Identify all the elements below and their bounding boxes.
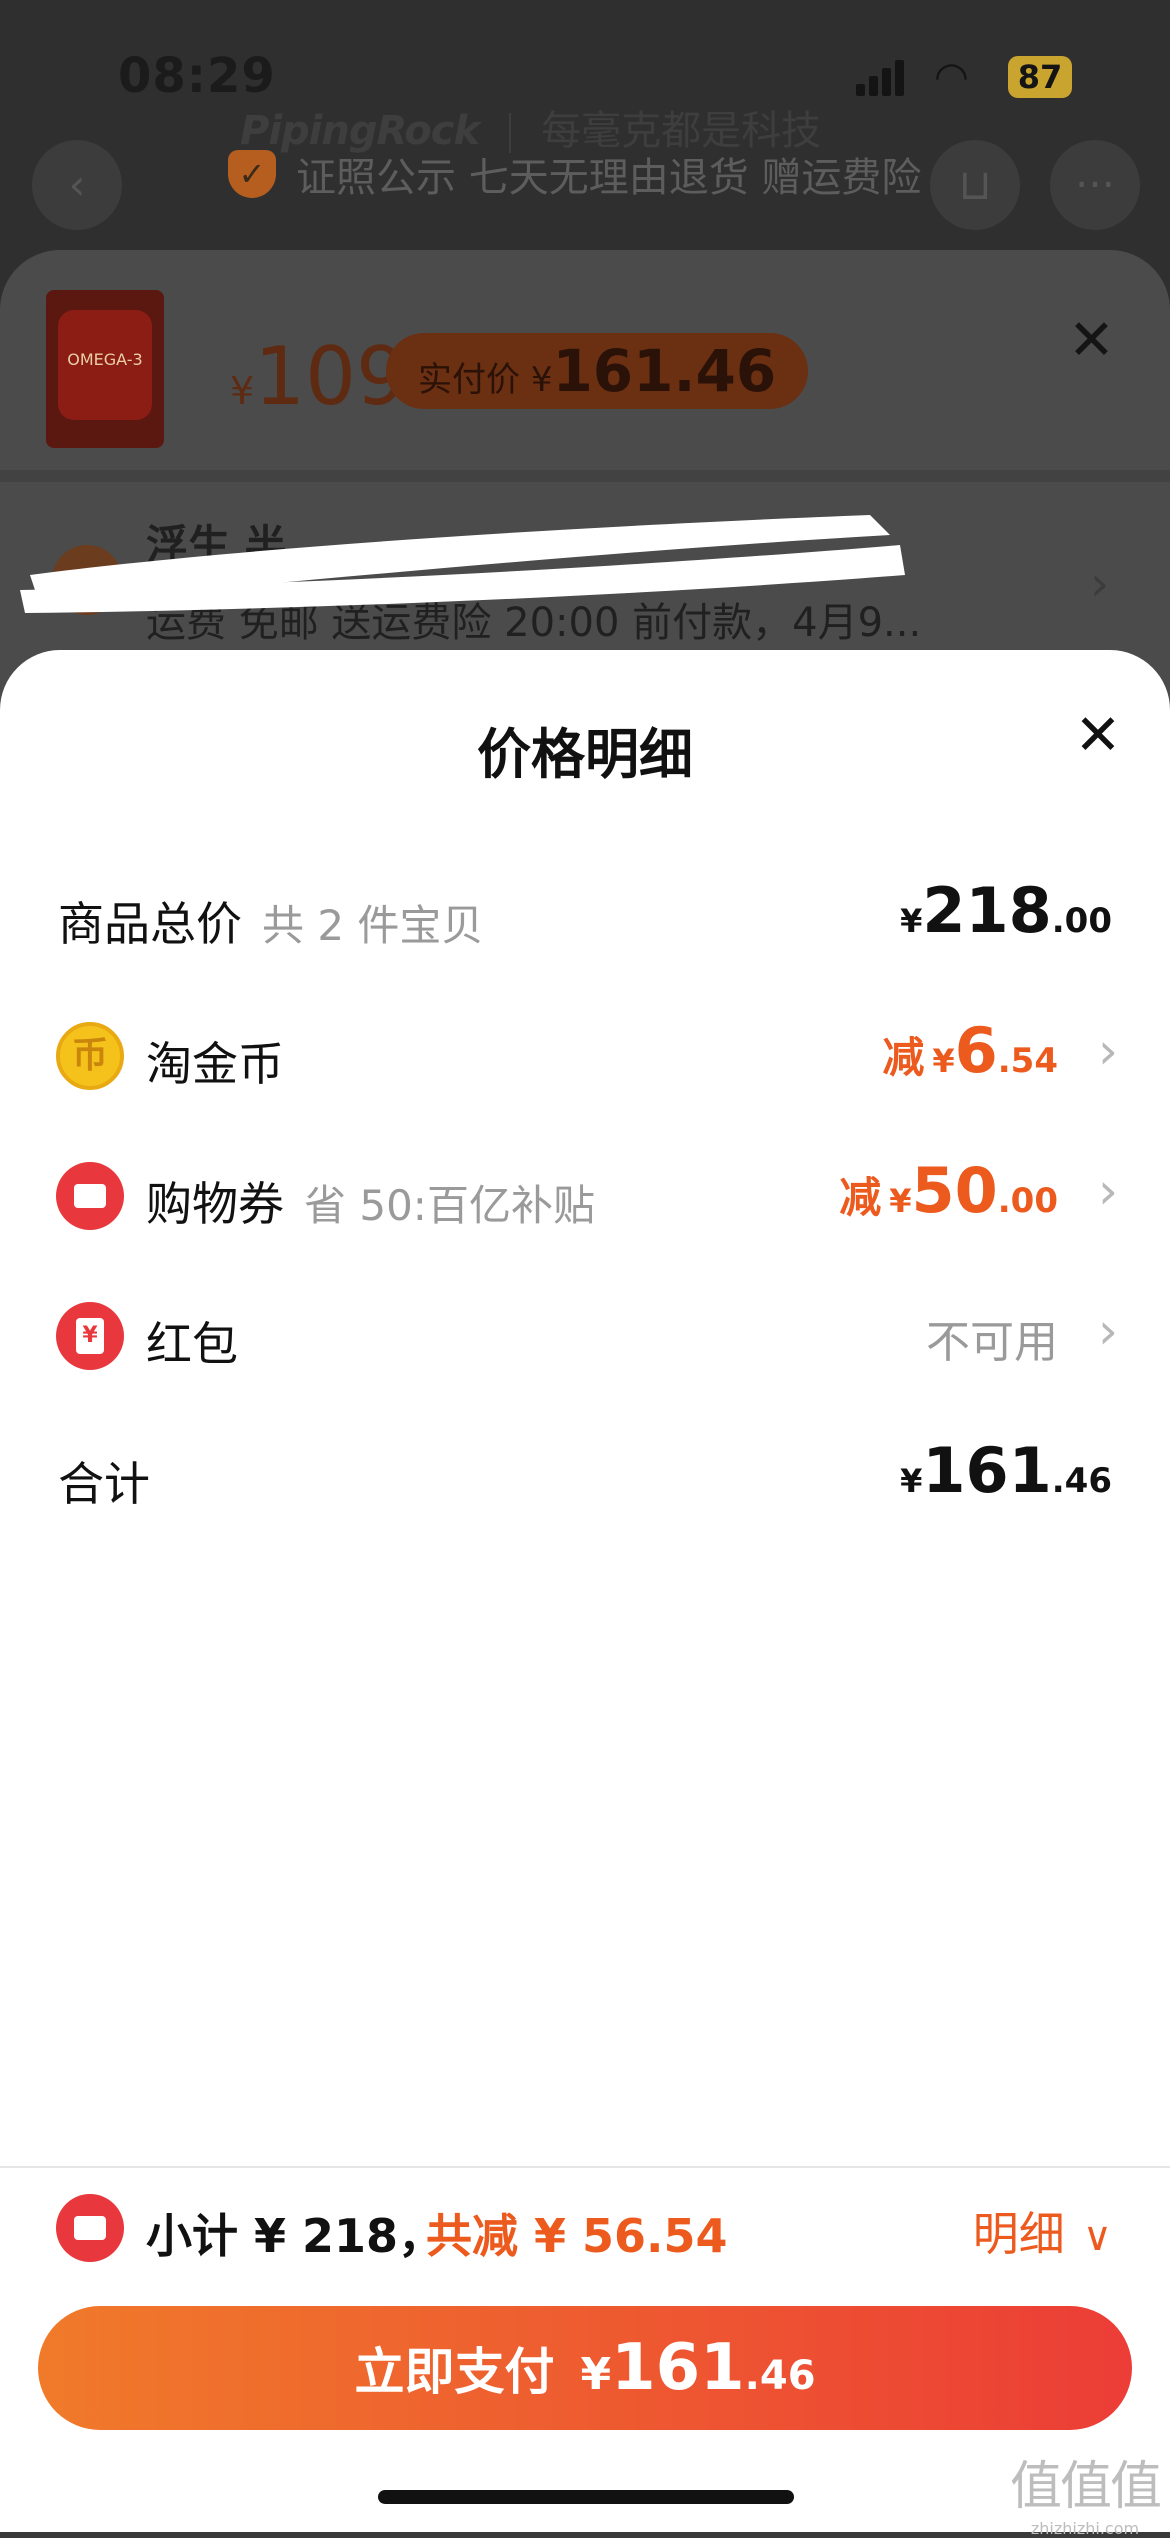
product-price: ¥109 xyxy=(230,330,407,423)
watermark: 值值值 zhizhizhi.com xyxy=(1010,2444,1162,2538)
red-packet-icon xyxy=(56,1302,124,1370)
sheet-title: 价格明细 xyxy=(477,723,693,786)
watermark-url: zhizhizhi.com xyxy=(1030,2519,1140,2538)
paid-price-pill: 实付价 ¥161.46 xyxy=(386,333,809,409)
battery-indicator: 87 xyxy=(1008,56,1072,98)
wifi-icon: ◠ xyxy=(934,54,969,100)
chevron-down-icon: ∨ xyxy=(1082,2214,1112,2260)
currency-symbol: ¥ xyxy=(889,1182,912,1220)
price-value: 109 xyxy=(254,330,407,423)
goods-total-label: 商品总价 xyxy=(58,897,242,951)
total-label: 合计 xyxy=(58,1457,150,1511)
reduce-prefix: 减 xyxy=(839,1173,882,1222)
footer-divider xyxy=(0,2166,1170,2168)
row-red-packet[interactable]: 红包 不可用 › xyxy=(0,1280,1170,1390)
pay-integer: 161 xyxy=(611,2331,745,2405)
chevron-right-icon: › xyxy=(1098,1162,1118,1220)
watermark-logo: 值值值 xyxy=(1010,2457,1162,2517)
coupon-desc: 省 50:百亿补贴 xyxy=(304,1181,595,1230)
value-decimal: .00 xyxy=(997,1181,1058,1221)
section-divider xyxy=(0,470,1170,482)
value-integer: 161 xyxy=(922,1434,1052,1507)
cellular-signal-icon xyxy=(856,60,906,96)
value-integer: 218 xyxy=(922,874,1052,947)
reduce-prefix: 减 xyxy=(882,1033,925,1082)
row-label: 购物券省 50:百亿补贴 xyxy=(146,1168,595,1234)
price-currency: ¥ xyxy=(230,369,255,413)
value-decimal: .54 xyxy=(997,1041,1058,1081)
pay-decimal: .46 xyxy=(744,2353,816,2399)
cart-icon[interactable]: ⊔ xyxy=(930,140,1020,230)
value-integer: 6 xyxy=(954,1014,998,1087)
row-label: 商品总价共 2 件宝贝 xyxy=(58,888,483,954)
back-icon[interactable]: ‹ xyxy=(32,140,122,230)
currency-symbol: ¥ xyxy=(900,1462,923,1500)
product-thumbnail-label: OMEGA-3 xyxy=(67,350,143,369)
pay-now-button[interactable]: 立即支付 ¥161.46 xyxy=(38,2306,1132,2430)
pay-button-label: 立即支付 xyxy=(354,2343,555,2401)
taojinbi-label: 淘金币 xyxy=(146,1037,284,1091)
red-packet-status: 不可用 xyxy=(926,1317,1058,1368)
row-goods-total: 商品总价共 2 件宝贝 ¥218.00 xyxy=(0,860,1170,970)
shield-check-icon: ✓ xyxy=(228,150,276,198)
redaction-scribble xyxy=(20,515,905,613)
pay-currency: ¥ xyxy=(580,2349,612,2400)
row-total: 合计 ¥161.46 xyxy=(0,1420,1170,1530)
paid-price-currency: ¥ xyxy=(530,360,553,400)
item-count: 共 2 件宝贝 xyxy=(262,901,484,950)
detail-toggle-button[interactable]: 明细 ∨ xyxy=(973,2198,1112,2264)
chevron-right-icon[interactable]: › xyxy=(1090,556,1109,612)
total-reduce-text: 共减 ¥ 56.54 xyxy=(426,2209,728,2263)
gold-coin-icon: 币 xyxy=(56,1022,124,1090)
value-decimal: .46 xyxy=(1051,1461,1112,1501)
coupon-value: 减 ¥50.00 xyxy=(839,1154,1058,1227)
subtotal-text: 小计 ¥ 218， xyxy=(146,2209,445,2263)
more-icon[interactable]: ··· xyxy=(1050,140,1140,230)
taojinbi-value: 减 ¥6.54 xyxy=(882,1014,1058,1087)
guarantee-text: 证照公示 七天无理由退货 赠运费险 xyxy=(296,155,922,201)
red-packet-label: 红包 xyxy=(146,1317,238,1371)
paid-price-value: 161.46 xyxy=(552,337,777,405)
currency-symbol: ¥ xyxy=(900,902,923,940)
coupon-icon xyxy=(56,1162,124,1230)
row-shopping-coupon[interactable]: 购物券省 50:百亿补贴 减 ¥50.00 › xyxy=(0,1140,1170,1250)
chevron-right-icon: › xyxy=(1098,1302,1118,1360)
total-value: ¥161.46 xyxy=(900,1434,1112,1507)
row-taojinbi[interactable]: 币 淘金币 减 ¥6.54 › xyxy=(0,1000,1170,1110)
coupon-icon xyxy=(56,2194,124,2262)
status-time: 08:29 xyxy=(118,48,276,104)
paid-price-label: 实付价 xyxy=(418,360,520,400)
value-decimal: .00 xyxy=(1051,901,1112,941)
currency-symbol: ¥ xyxy=(932,1042,955,1080)
coupon-label: 购物券 xyxy=(146,1177,284,1231)
value-integer: 50 xyxy=(911,1154,998,1227)
goods-total-value: ¥218.00 xyxy=(900,874,1112,947)
chevron-right-icon: › xyxy=(1098,1022,1118,1080)
detail-toggle-label: 明细 xyxy=(972,2207,1065,2261)
product-thumbnail: OMEGA-3 xyxy=(46,290,164,448)
product-sheet-close-icon[interactable]: ✕ xyxy=(1068,308,1115,373)
close-icon[interactable]: ✕ xyxy=(1068,706,1128,766)
home-indicator[interactable] xyxy=(378,2490,794,2504)
